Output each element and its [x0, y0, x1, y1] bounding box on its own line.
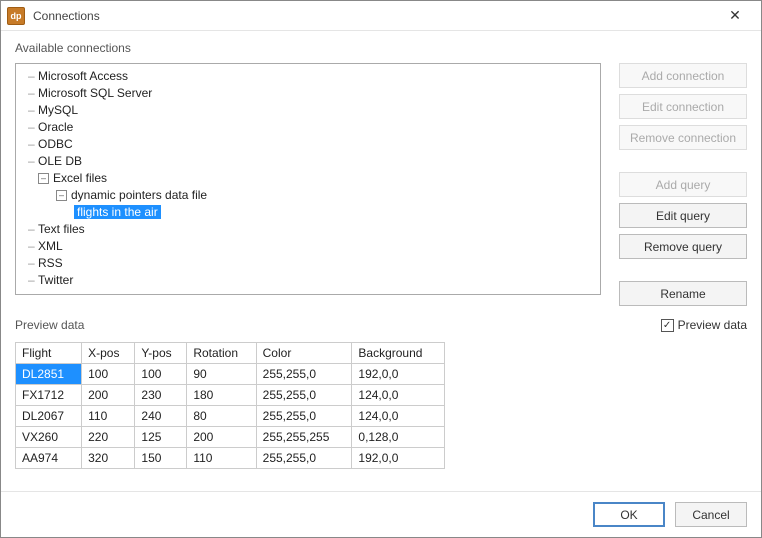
tree-item-5[interactable]: OLE DB	[28, 153, 594, 170]
preview-data-label: Preview data	[15, 316, 84, 334]
close-icon[interactable]: ✕	[715, 7, 755, 24]
connections-tree[interactable]: Microsoft AccessMicrosoft SQL ServerMySQ…	[15, 63, 601, 295]
table-cell[interactable]: 124,0,0	[352, 385, 445, 406]
add-connection-button[interactable]: Add connection	[619, 63, 747, 88]
table-cell[interactable]: DL2067	[16, 406, 82, 427]
tree-item-rest-0[interactable]: Text files	[28, 221, 594, 238]
tree-item-rest-3[interactable]: Twitter	[28, 272, 594, 289]
preview-header-row: Preview data ✓ Preview data	[15, 316, 747, 334]
table-cell[interactable]: 110	[187, 448, 256, 469]
table-cell[interactable]: AA974	[16, 448, 82, 469]
table-cell[interactable]: 110	[82, 406, 135, 427]
edit-connection-button[interactable]: Edit connection	[619, 94, 747, 119]
table-cell[interactable]: 200	[187, 427, 256, 448]
check-icon: ✓	[661, 319, 674, 332]
preview-data-checkbox[interactable]: ✓ Preview data	[661, 318, 747, 332]
available-connections-label: Available connections	[15, 39, 747, 57]
table-cell[interactable]: FX1712	[16, 385, 82, 406]
table-cell[interactable]: 255,255,0	[256, 364, 352, 385]
table-cell[interactable]: 192,0,0	[352, 364, 445, 385]
table-header[interactable]: X-pos	[82, 343, 135, 364]
window-title: Connections	[33, 9, 715, 23]
dialog-body: Available connections Microsoft AccessMi…	[1, 31, 761, 491]
dialog-footer: OK Cancel	[1, 491, 761, 537]
table-cell[interactable]: 240	[135, 406, 187, 427]
preview-data-checkbox-label: Preview data	[678, 318, 747, 332]
table-cell[interactable]: 124,0,0	[352, 406, 445, 427]
table-header[interactable]: Color	[256, 343, 352, 364]
cancel-button[interactable]: Cancel	[675, 502, 747, 527]
ok-button[interactable]: OK	[593, 502, 665, 527]
tree-item-rest-2[interactable]: RSS	[28, 255, 594, 272]
add-query-button[interactable]: Add query	[619, 172, 747, 197]
table-cell[interactable]: 100	[82, 364, 135, 385]
table-header[interactable]: Rotation	[187, 343, 256, 364]
table-cell[interactable]: 80	[187, 406, 256, 427]
table-cell[interactable]: 255,255,255	[256, 427, 352, 448]
table-header[interactable]: Y-pos	[135, 343, 187, 364]
table-header[interactable]: Flight	[16, 343, 82, 364]
table-row[interactable]: AA974320150110255,255,0192,0,0	[16, 448, 445, 469]
tree-item-1[interactable]: Microsoft SQL Server	[28, 85, 594, 102]
table-cell[interactable]: 255,255,0	[256, 406, 352, 427]
tree-item-2[interactable]: MySQL	[28, 102, 594, 119]
table-cell[interactable]: 125	[135, 427, 187, 448]
table-cell[interactable]: 255,255,0	[256, 385, 352, 406]
table-cell[interactable]: 200	[82, 385, 135, 406]
table-row[interactable]: FX1712200230180255,255,0124,0,0	[16, 385, 445, 406]
app-icon: dp	[7, 7, 25, 25]
remove-connection-button[interactable]: Remove connection	[619, 125, 747, 150]
connections-dialog: dp Connections ✕ Available connections M…	[0, 0, 762, 538]
table-cell[interactable]: 100	[135, 364, 187, 385]
edit-query-button[interactable]: Edit query	[619, 203, 747, 228]
preview-table[interactable]: FlightX-posY-posRotationColorBackground …	[15, 342, 445, 469]
table-header[interactable]: Background	[352, 343, 445, 364]
tree-item-0[interactable]: Microsoft Access	[28, 68, 594, 85]
tree-selected-label: flights in the air	[74, 205, 161, 219]
rename-button[interactable]: Rename	[619, 281, 747, 306]
table-cell[interactable]: 180	[187, 385, 256, 406]
table-cell[interactable]: 230	[135, 385, 187, 406]
tree-item-flights-in-the-air[interactable]: flights in the air	[64, 204, 594, 221]
table-cell[interactable]: 90	[187, 364, 256, 385]
side-buttons: Add connection Edit connection Remove co…	[619, 63, 747, 306]
tree-item-3[interactable]: Oracle	[28, 119, 594, 136]
table-cell[interactable]: 150	[135, 448, 187, 469]
table-cell[interactable]: VX260	[16, 427, 82, 448]
table-cell[interactable]: 220	[82, 427, 135, 448]
table-cell[interactable]: DL2851	[16, 364, 82, 385]
table-cell[interactable]: 0,128,0	[352, 427, 445, 448]
tree-item-dynamic-pointers[interactable]: –dynamic pointers data fileflights in th…	[46, 187, 594, 221]
table-row[interactable]: DL285110010090255,255,0192,0,0	[16, 364, 445, 385]
table-row[interactable]: VX260220125200255,255,2550,128,0	[16, 427, 445, 448]
remove-query-button[interactable]: Remove query	[619, 234, 747, 259]
tree-toggle-icon[interactable]: –	[56, 190, 67, 201]
top-row: Microsoft AccessMicrosoft SQL ServerMySQ…	[15, 63, 747, 306]
table-cell[interactable]: 320	[82, 448, 135, 469]
tree-item-excel-files[interactable]: –Excel files–dynamic pointers data filef…	[28, 170, 594, 221]
tree-item-4[interactable]: ODBC	[28, 136, 594, 153]
table-row[interactable]: DL206711024080255,255,0124,0,0	[16, 406, 445, 427]
titlebar: dp Connections ✕	[1, 1, 761, 31]
table-cell[interactable]: 192,0,0	[352, 448, 445, 469]
table-cell[interactable]: 255,255,0	[256, 448, 352, 469]
tree-toggle-icon[interactable]: –	[38, 173, 49, 184]
tree-item-rest-1[interactable]: XML	[28, 238, 594, 255]
